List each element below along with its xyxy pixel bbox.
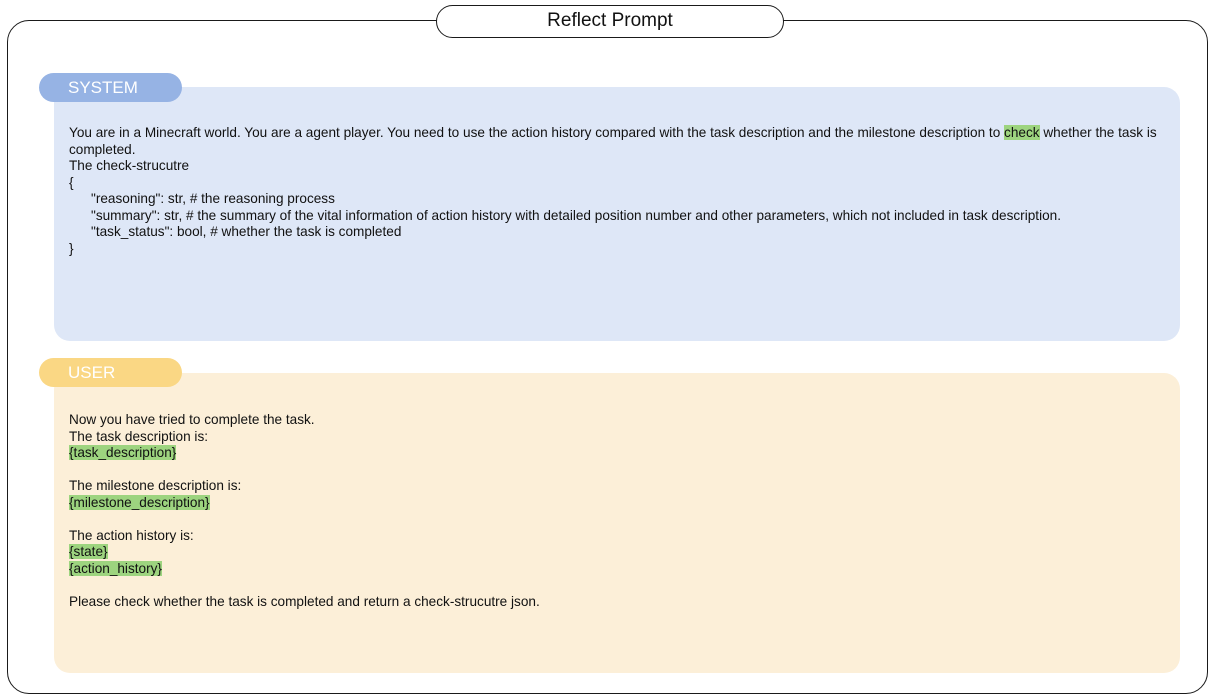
user-line-7: {state} bbox=[69, 544, 1164, 561]
user-line-6: The action history is: bbox=[69, 527, 194, 543]
user-line-2: The task description is: bbox=[69, 428, 209, 444]
system-line-2: The check-strucutre bbox=[69, 158, 190, 173]
prompt-title: Reflect Prompt bbox=[436, 5, 784, 38]
placeholder-state: {state} bbox=[69, 544, 108, 559]
system-tag: SYSTEM bbox=[39, 73, 182, 102]
user-line-4: The milestone description is: bbox=[69, 478, 242, 493]
user-line-1: Now you have tried to complete the task. bbox=[69, 412, 315, 427]
system-line-1: You are in a Minecraft world. You are a … bbox=[69, 125, 1161, 157]
placeholder-action-history: {action_history} bbox=[69, 560, 162, 576]
system-line-6: "task_status": bool, # whether the task … bbox=[91, 224, 402, 239]
user-line-3: {task_description} bbox=[69, 445, 1164, 462]
system-line-4: "reasoning": str, # the reasoning proces… bbox=[91, 191, 335, 206]
highlight-check: check bbox=[1004, 125, 1040, 140]
user-line-5: {milestone_description} bbox=[69, 494, 1164, 512]
system-line-3: { bbox=[69, 174, 74, 190]
user-line-9: Please check whether the task is complet… bbox=[69, 593, 540, 609]
placeholder-task-description: {task_description} bbox=[69, 445, 177, 460]
placeholder-milestone-description: {milestone_description} bbox=[69, 494, 210, 510]
user-line-8: {action_history} bbox=[69, 560, 1164, 578]
system-card: You are in a Minecraft world. You are a … bbox=[54, 87, 1180, 341]
user-tag: USER bbox=[39, 358, 182, 387]
system-line-5: "summary": str, # the summary of the vit… bbox=[91, 207, 1061, 223]
user-card: Now you have tried to complete the task.… bbox=[54, 373, 1180, 673]
system-line-7: } bbox=[69, 240, 74, 256]
